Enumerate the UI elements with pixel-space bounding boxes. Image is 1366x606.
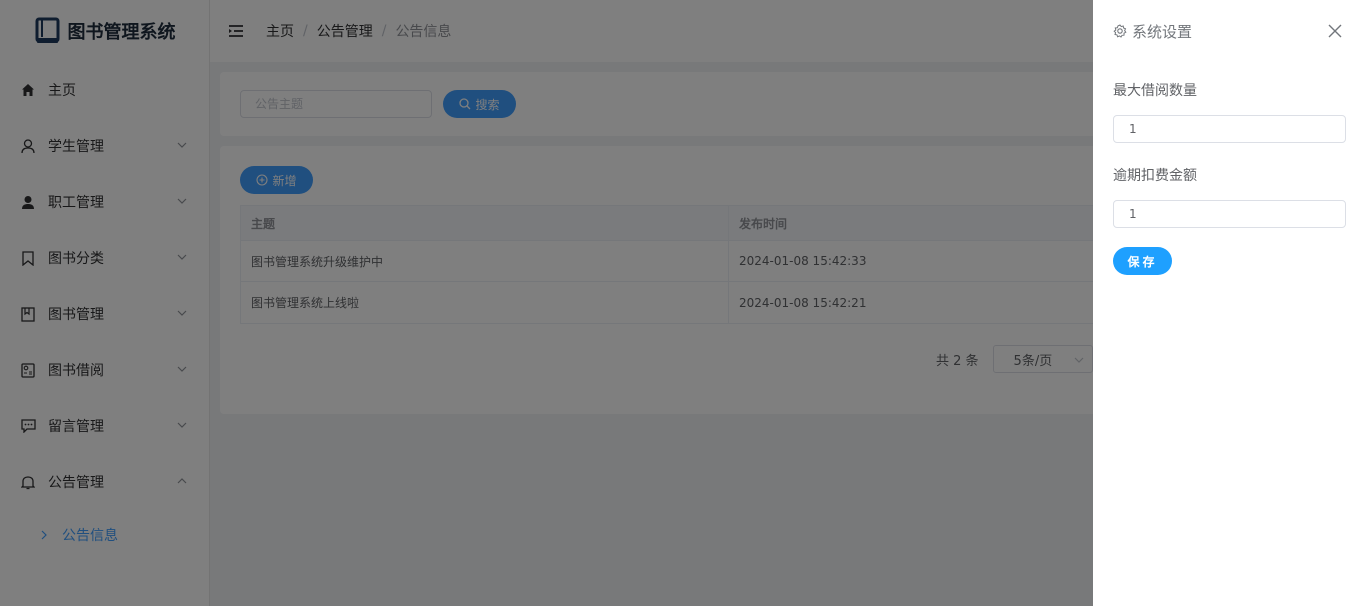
overdue-fee-label: 逾期扣费金额 (1113, 168, 1197, 184)
close-icon[interactable] (1328, 24, 1342, 38)
settings-drawer: 系统设置 最大借阅数量 逾期扣费金额 保存 (1093, 0, 1366, 606)
save-button[interactable]: 保存 (1113, 247, 1172, 275)
drawer-header: 系统设置 (1113, 20, 1346, 42)
overdue-fee-input[interactable] (1113, 200, 1346, 228)
drawer-title: 系统设置 (1132, 22, 1193, 41)
save-button-label: 保存 (1127, 254, 1158, 269)
gear-icon (1113, 24, 1127, 38)
max-borrow-label: 最大借阅数量 (1113, 83, 1197, 99)
max-borrow-input[interactable] (1113, 115, 1346, 143)
